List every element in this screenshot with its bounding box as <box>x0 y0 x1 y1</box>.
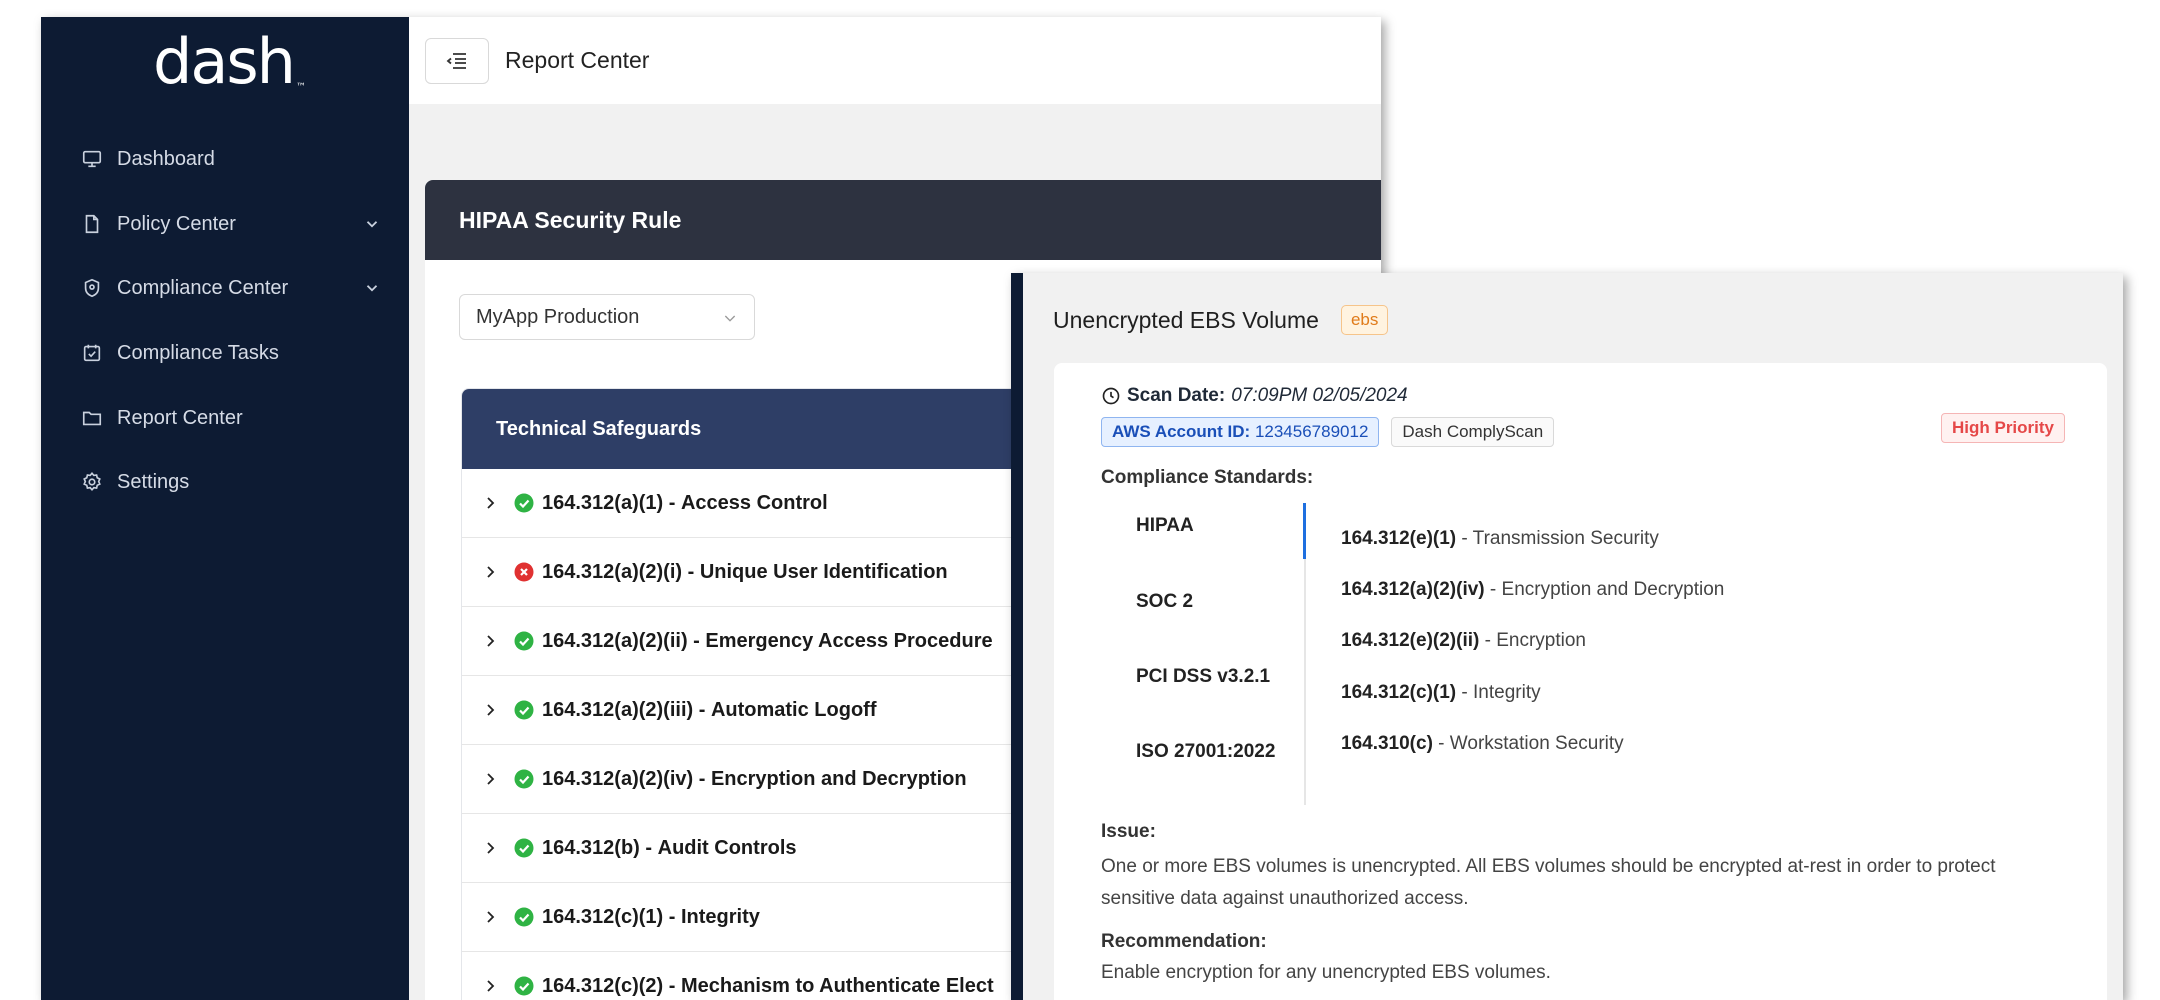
scan-date-value: 07:09PM 02/05/2024 <box>1231 385 1408 406</box>
safeguard-name: Access Control <box>680 491 828 514</box>
requirement-item: 164.312(e)(2)(ii) - Encryption <box>1341 630 1587 651</box>
requirement-item: 164.312(a)(2)(iv) - Encryption and Decry… <box>1341 579 1725 600</box>
safeguard-separator: - <box>687 629 706 652</box>
sidebar-item-policy-center[interactable]: Policy Center <box>81 202 381 246</box>
requirement-item: 164.312(c)(1) - Integrity <box>1341 682 1541 703</box>
check-circle-icon <box>514 907 534 927</box>
scan-date: Scan Date: 07:09PM 02/05/2024 <box>1101 385 1408 407</box>
safeguard-code: 164.312(b) <box>542 836 640 859</box>
sidebar-item-label: Settings <box>117 470 190 493</box>
scanner-badge: Dash ComplyScan <box>1391 417 1555 447</box>
topbar: Report Center <box>409 17 1381 104</box>
check-circle-icon <box>514 631 534 651</box>
safeguard-separator: - <box>693 698 711 721</box>
safeguard-code: 164.312(a)(2)(i) <box>542 560 683 583</box>
environment-select[interactable]: MyApp Production <box>459 294 755 340</box>
chevron-right-icon[interactable] <box>484 772 498 786</box>
issue-text: One or more EBS volumes is unencrypted. … <box>1101 856 1996 909</box>
clock-icon <box>1102 387 1120 405</box>
gear-icon <box>83 472 101 492</box>
safeguard-code: 164.312(a)(1) <box>542 491 664 514</box>
safeguard-code: 164.312(a)(2)(iii) <box>542 698 694 721</box>
calendar-check-icon <box>83 344 101 362</box>
sidebar-item-label: Compliance Center <box>117 276 289 299</box>
menu-toggle-button[interactable] <box>425 37 489 84</box>
check-circle-icon <box>514 769 534 789</box>
requirement-item: 164.310(c) - Workstation Security <box>1341 733 1624 754</box>
sidebar-item-compliance-center[interactable]: Compliance Center <box>81 266 381 310</box>
dash-logo[interactable]: dash ™ <box>153 31 306 93</box>
recommendation-label: Recommendation: <box>1101 931 1267 952</box>
safeguard-separator: - <box>639 836 658 859</box>
issue-label: Issue: <box>1101 821 1156 842</box>
chevron-right-icon[interactable] <box>484 565 498 579</box>
finding-detail-panel: Unencrypted EBS Volume ebs Scan Date: 07… <box>1011 273 2123 1000</box>
environment-select-value: MyApp Production <box>476 305 640 328</box>
tab-iso-27001[interactable]: ISO 27001:2022 <box>1136 741 1275 763</box>
finding-tags: AWS Account ID: 123456789012 Dash Comply… <box>1101 417 1555 447</box>
safeguard-name: Emergency Access Procedure <box>705 629 993 652</box>
safeguard-separator: - <box>663 905 681 928</box>
safeguard-code: 164.312(a)(2)(ii) <box>542 629 688 652</box>
safeguard-separator: - <box>682 560 700 583</box>
scan-date-label: Scan Date: <box>1127 385 1226 406</box>
folder-icon <box>82 411 102 426</box>
active-tab-indicator <box>1303 503 1306 559</box>
safeguard-name: Mechanism to Authenticate Elect <box>680 974 994 997</box>
report-title: HIPAA Security Rule <box>425 180 1381 260</box>
shield-icon <box>84 278 100 298</box>
safeguard-separator: - <box>663 974 681 997</box>
check-circle-icon <box>514 976 534 996</box>
sidebar-item-compliance-tasks[interactable]: Compliance Tasks <box>81 331 381 375</box>
chevron-right-icon[interactable] <box>484 634 498 648</box>
finding-body: Scan Date: 07:09PM 02/05/2024 AWS Accoun… <box>1054 363 2107 1000</box>
safeguard-name: Unique User Identification <box>699 560 948 583</box>
standards-tabs: HIPAA SOC 2 PCI DSS v3.2.1 ISO 27001:202… <box>1100 503 1306 805</box>
menu-fold-icon <box>446 52 466 69</box>
page-title: Report Center <box>505 47 650 73</box>
standards-label: Compliance Standards: <box>1101 467 1314 488</box>
sidebar-item-report-center[interactable]: Report Center <box>81 396 381 440</box>
check-circle-icon <box>514 838 534 858</box>
sidebar-item-settings[interactable]: Settings <box>81 460 381 504</box>
chevron-down-icon <box>724 315 736 322</box>
safeguard-separator: - <box>693 767 711 790</box>
tab-hipaa[interactable]: HIPAA <box>1136 515 1194 537</box>
chevron-right-icon[interactable] <box>484 979 498 993</box>
monitor-icon <box>82 150 102 168</box>
recommendation-text: Enable encryption for any unencrypted EB… <box>1101 962 1551 983</box>
tab-soc2[interactable]: SOC 2 <box>1136 591 1193 613</box>
safeguard-code: 164.312(a)(2)(iv) <box>542 767 694 790</box>
safeguard-name: Audit Controls <box>657 836 797 859</box>
tab-pci-dss[interactable]: PCI DSS v3.2.1 <box>1136 666 1270 688</box>
chevron-right-icon[interactable] <box>484 496 498 510</box>
safeguard-code: 164.312(c)(2) <box>542 974 664 997</box>
aws-account-badge: AWS Account ID: 123456789012 <box>1101 417 1380 447</box>
sidebar: dash ™ Dashboard Policy Center Compliance… <box>41 17 409 1000</box>
check-circle-icon <box>514 493 534 513</box>
chevron-right-icon[interactable] <box>484 703 498 717</box>
chevron-down-icon[interactable] <box>363 215 381 233</box>
chevron-right-icon[interactable] <box>484 910 498 924</box>
safeguard-name: Automatic Logoff <box>710 698 877 721</box>
chevron-down-icon[interactable] <box>363 279 381 297</box>
chevron-right-icon[interactable] <box>484 841 498 855</box>
x-circle-icon <box>514 562 534 582</box>
safeguard-name: Integrity <box>680 905 760 928</box>
priority-badge: High Priority <box>1940 413 2065 443</box>
safeguard-code: 164.312(c)(1) <box>542 905 664 928</box>
finding-title-text: Unencrypted EBS Volume <box>1053 306 1319 333</box>
requirement-item: 164.312(e)(1) - Transmission Security <box>1341 528 1659 549</box>
sidebar-item-label: Dashboard <box>117 147 215 170</box>
service-tag: ebs <box>1340 305 1389 335</box>
check-circle-icon <box>514 700 534 720</box>
safeguard-separator: - <box>663 491 681 514</box>
sidebar-item-label: Policy Center <box>117 212 236 235</box>
sidebar-item-label: Compliance Tasks <box>117 341 279 364</box>
safeguard-name: Encryption and Decryption <box>710 767 967 790</box>
document-icon <box>85 214 99 234</box>
finding-title: Unencrypted EBS Volume ebs <box>1053 305 1389 335</box>
sidebar-item-label: Report Center <box>117 406 243 429</box>
sidebar-item-dashboard[interactable]: Dashboard <box>81 137 381 181</box>
